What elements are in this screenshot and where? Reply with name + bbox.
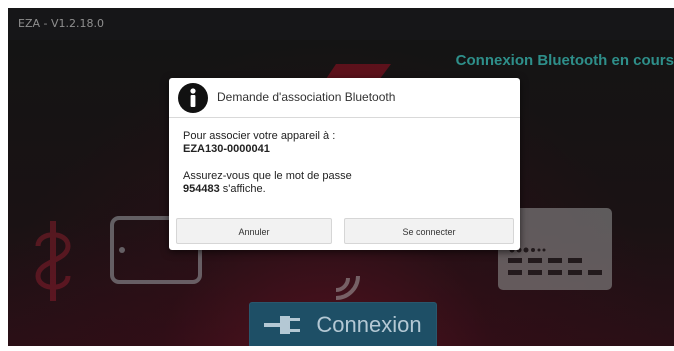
plug-icon (264, 316, 301, 334)
pair-connect-button[interactable]: Se connecter (344, 218, 514, 244)
passkey-line: 954483 s'affiche. (183, 183, 506, 196)
dialog-title: Demande d'association Bluetooth (217, 90, 396, 104)
bluetooth-waves-icon (335, 275, 360, 300)
pairing-intro-text: Pour associer votre appareil à : (183, 130, 336, 142)
connect-button[interactable]: Connexion (249, 302, 437, 346)
device-name: EZA130-0000041 (183, 143, 270, 155)
dialog-header: Demande d'association Bluetooth (169, 78, 520, 118)
passkey-suffix: s'affiche. (219, 183, 266, 195)
bluetooth-pairing-dialog: Demande d'association Bluetooth Pour ass… (169, 78, 520, 250)
title-bar: EZA - V1.2.18.0 (8, 8, 674, 40)
plug-icon (35, 221, 71, 301)
passkey-value: 954483 (183, 183, 220, 195)
connection-status: Connexion Bluetooth en cours (455, 52, 674, 69)
passkey-instruction-text: Assurez-vous que le mot de passe (183, 170, 352, 182)
connect-button-label: Connexion (316, 312, 422, 337)
info-icon (178, 83, 208, 113)
dialog-body: Pour associer votre appareil à : EZA130-… (183, 130, 506, 196)
cancel-button[interactable]: Annuler (176, 218, 332, 244)
app-title: EZA - V1.2.18.0 (18, 17, 104, 30)
